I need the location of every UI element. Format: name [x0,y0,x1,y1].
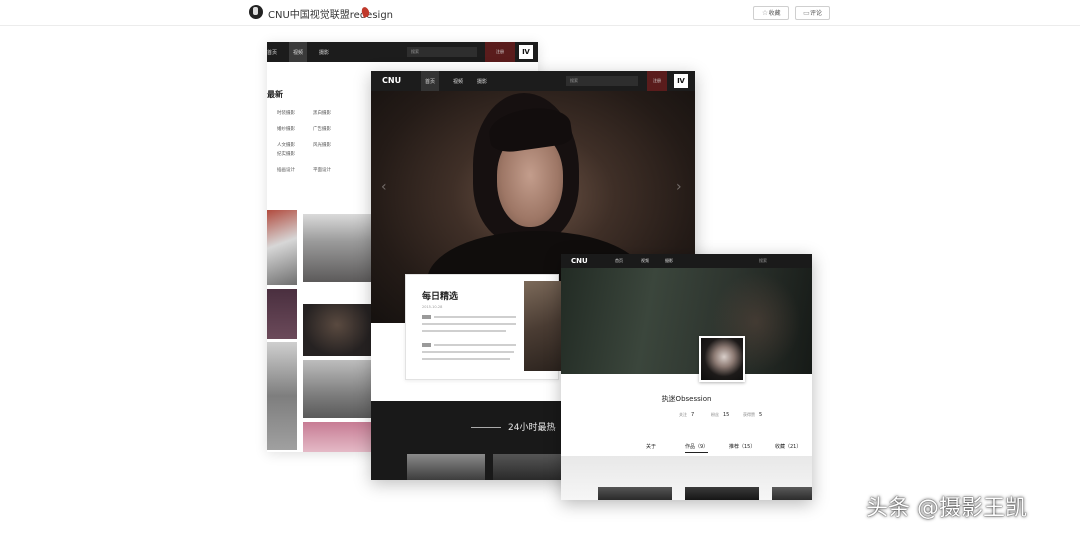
category-item[interactable]: 风光摄影 [313,142,331,148]
tab-about[interactable]: 关于 [646,443,656,450]
latest-section-title: 最新 [267,90,283,99]
back-search-input[interactable]: 搜索 [407,47,477,57]
stat-followers[interactable]: 粉丝 15 [711,412,729,418]
work-thumb[interactable] [598,487,672,500]
comment-button[interactable]: ▭评论 [795,6,830,20]
back-brand-badge: Ⅳ [519,45,533,59]
hot-photo-thumb[interactable] [493,454,563,480]
back-nav-bar: 首页 视频 摄影 搜索 注册 Ⅳ [267,42,538,62]
next-arrow-icon[interactable]: › [676,179,682,195]
mid-nav-home[interactable]: 首页 [421,71,439,91]
front-nav-bar: CNU 首页 视频 摄影 搜索 [561,254,812,268]
profile-avatar[interactable] [699,336,745,382]
project-title: CNU中国视觉联盟redesign [268,10,393,21]
category-item[interactable]: 纪实摄影 [277,151,295,157]
back-login-button[interactable]: 注册 [485,42,515,62]
project-header: CNU中国视觉联盟redesign ☆收藏 ▭评论 [0,0,1080,26]
mid-nav-video[interactable]: 视频 [453,78,463,85]
daily-pick-photo[interactable] [524,281,564,371]
hot-photo-thumb[interactable] [407,454,485,480]
gallery-photo[interactable] [267,342,297,450]
category-item[interactable]: 插画设计 [277,167,295,173]
hot-24h-title: 24小时最热 [508,423,556,433]
comment-icon: ▭ [803,9,810,17]
category-item[interactable]: 人文摄影 [277,142,295,148]
gallery-photo[interactable] [303,214,371,282]
mid-login-button[interactable]: 注册 [647,71,667,91]
front-logo[interactable]: CNU [571,257,588,265]
back-nav-home[interactable]: 首页 [267,49,277,56]
gallery-photo[interactable] [267,210,297,285]
mid-nav-photo[interactable]: 摄影 [477,78,487,85]
prev-arrow-icon[interactable]: ‹ [381,179,387,195]
category-item[interactable]: 平面设计 [313,167,331,173]
mid-logo[interactable]: CNU [382,76,401,85]
stat-following[interactable]: 关注 7 [679,412,694,418]
daily-pick-title: 每日精选 [422,292,459,302]
work-thumb[interactable] [685,487,759,500]
front-nav-home[interactable]: 首页 [615,258,623,264]
tab-favorites[interactable]: 收藏（21） [775,443,801,450]
collect-button[interactable]: ☆收藏 [753,6,789,20]
mockup-profile-page: CNU 首页 视频 摄影 搜索 执迷Obsession 关注 7 粉丝 15 获得赞… [561,254,812,500]
profile-cover-banner [561,268,812,374]
presentation-page: CNU中国视觉联盟redesign ☆收藏 ▭评论 首页 视频 摄影 搜索 注册… [0,0,1080,536]
daily-pick-date: 2015-10-28 [422,305,443,309]
category-item[interactable]: 时装摄影 [277,110,295,116]
tab-recommend[interactable]: 推荐（15） [729,443,755,450]
author-avatar[interactable] [249,5,263,19]
gallery-photo[interactable] [303,422,371,452]
gallery-photo[interactable] [303,360,371,418]
tab-works[interactable]: 作品（9） [685,443,709,453]
gallery-photo[interactable] [303,304,371,356]
watermark-text: 头条 @摄影王凯 [866,496,1027,521]
category-item[interactable]: 黑白摄影 [313,110,331,116]
front-search-input[interactable]: 搜索 [759,258,767,264]
front-nav-photo[interactable]: 摄影 [665,258,673,264]
mid-brand-badge: Ⅳ [674,74,688,88]
gallery-photo[interactable] [267,289,297,339]
back-nav-video[interactable]: 视频 [289,42,307,62]
mid-nav-bar: CNU 首页 视频 摄影 搜索 注册 Ⅳ [371,71,695,91]
category-item[interactable]: 婚纱摄影 [277,126,295,132]
mid-search-input[interactable]: 搜索 [566,76,638,86]
work-thumb[interactable] [772,487,812,500]
back-nav-photo[interactable]: 摄影 [319,49,329,56]
front-nav-video[interactable]: 视频 [641,258,649,264]
profile-name: 执迷Obsession [661,395,712,403]
category-item[interactable]: 广告摄影 [313,126,331,132]
stat-likes[interactable]: 获得赞 5 [743,412,762,418]
